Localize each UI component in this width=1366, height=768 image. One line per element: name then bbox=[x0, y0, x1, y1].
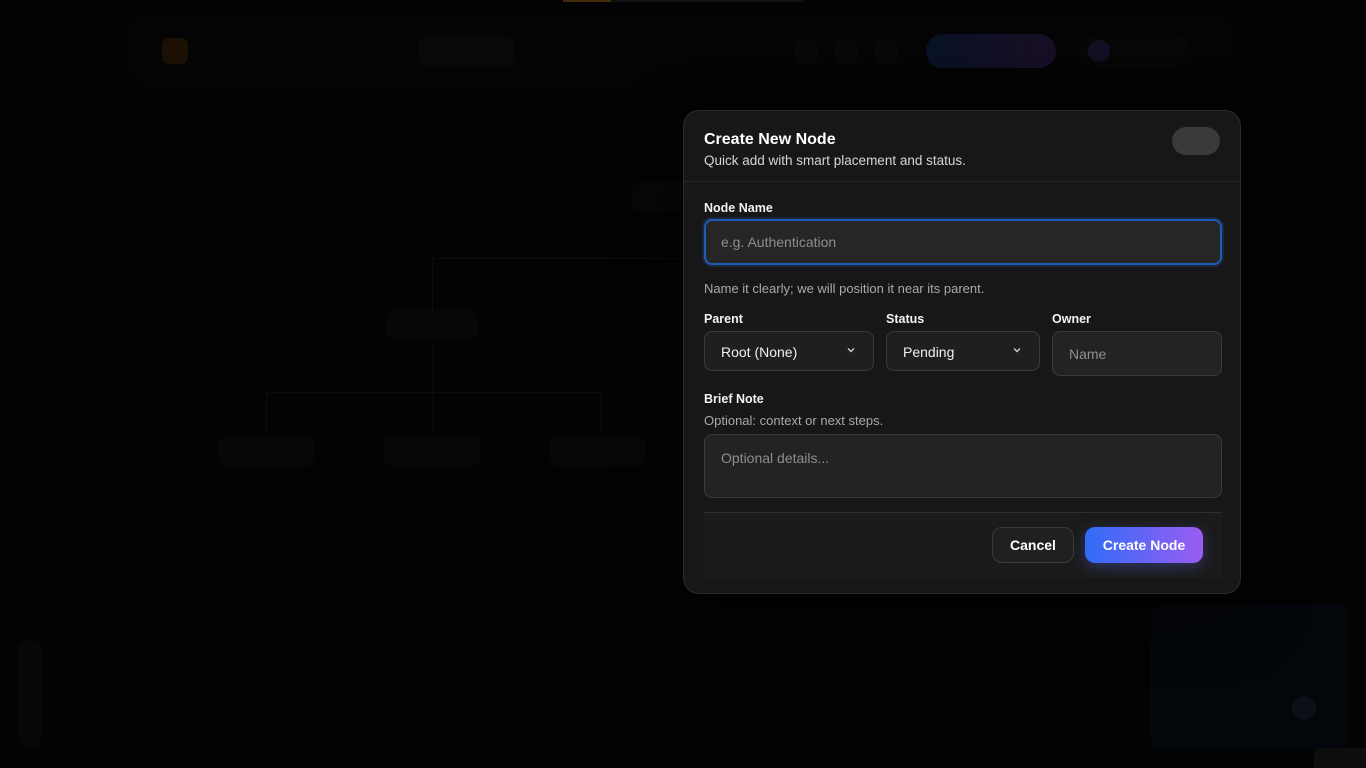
close-button[interactable] bbox=[1172, 127, 1220, 155]
chevron-down-icon bbox=[1013, 348, 1021, 353]
node-name-help: Name it clearly; we will position it nea… bbox=[704, 281, 985, 296]
node-name-input[interactable] bbox=[704, 219, 1222, 265]
create-node-dialog: Create New Node Quick add with smart pla… bbox=[683, 110, 1241, 594]
note-help: Optional: context or next steps. bbox=[704, 413, 884, 428]
create-node-button[interactable]: Create Node bbox=[1085, 527, 1203, 563]
dialog-title: Create New Node bbox=[704, 131, 836, 148]
status-select[interactable]: Pending bbox=[886, 331, 1040, 371]
parent-label: Parent bbox=[704, 312, 743, 326]
dialog-footer: Cancel Create Node bbox=[704, 512, 1222, 579]
note-label: Brief Note bbox=[704, 392, 764, 406]
node-name-label: Node Name bbox=[704, 201, 773, 215]
note-textarea[interactable] bbox=[704, 434, 1222, 498]
dialog-header: Create New Node Quick add with smart pla… bbox=[684, 111, 1240, 182]
status-label: Status bbox=[886, 312, 925, 326]
cancel-button[interactable]: Cancel bbox=[992, 527, 1074, 563]
owner-input[interactable] bbox=[1052, 331, 1222, 376]
dialog-subtitle: Quick add with smart placement and statu… bbox=[704, 153, 966, 168]
parent-select[interactable]: Root (None) bbox=[704, 331, 874, 371]
chevron-down-icon bbox=[847, 348, 855, 353]
owner-label: Owner bbox=[1052, 312, 1091, 326]
status-select-value: Pending bbox=[903, 344, 955, 360]
parent-select-value: Root (None) bbox=[721, 344, 798, 360]
